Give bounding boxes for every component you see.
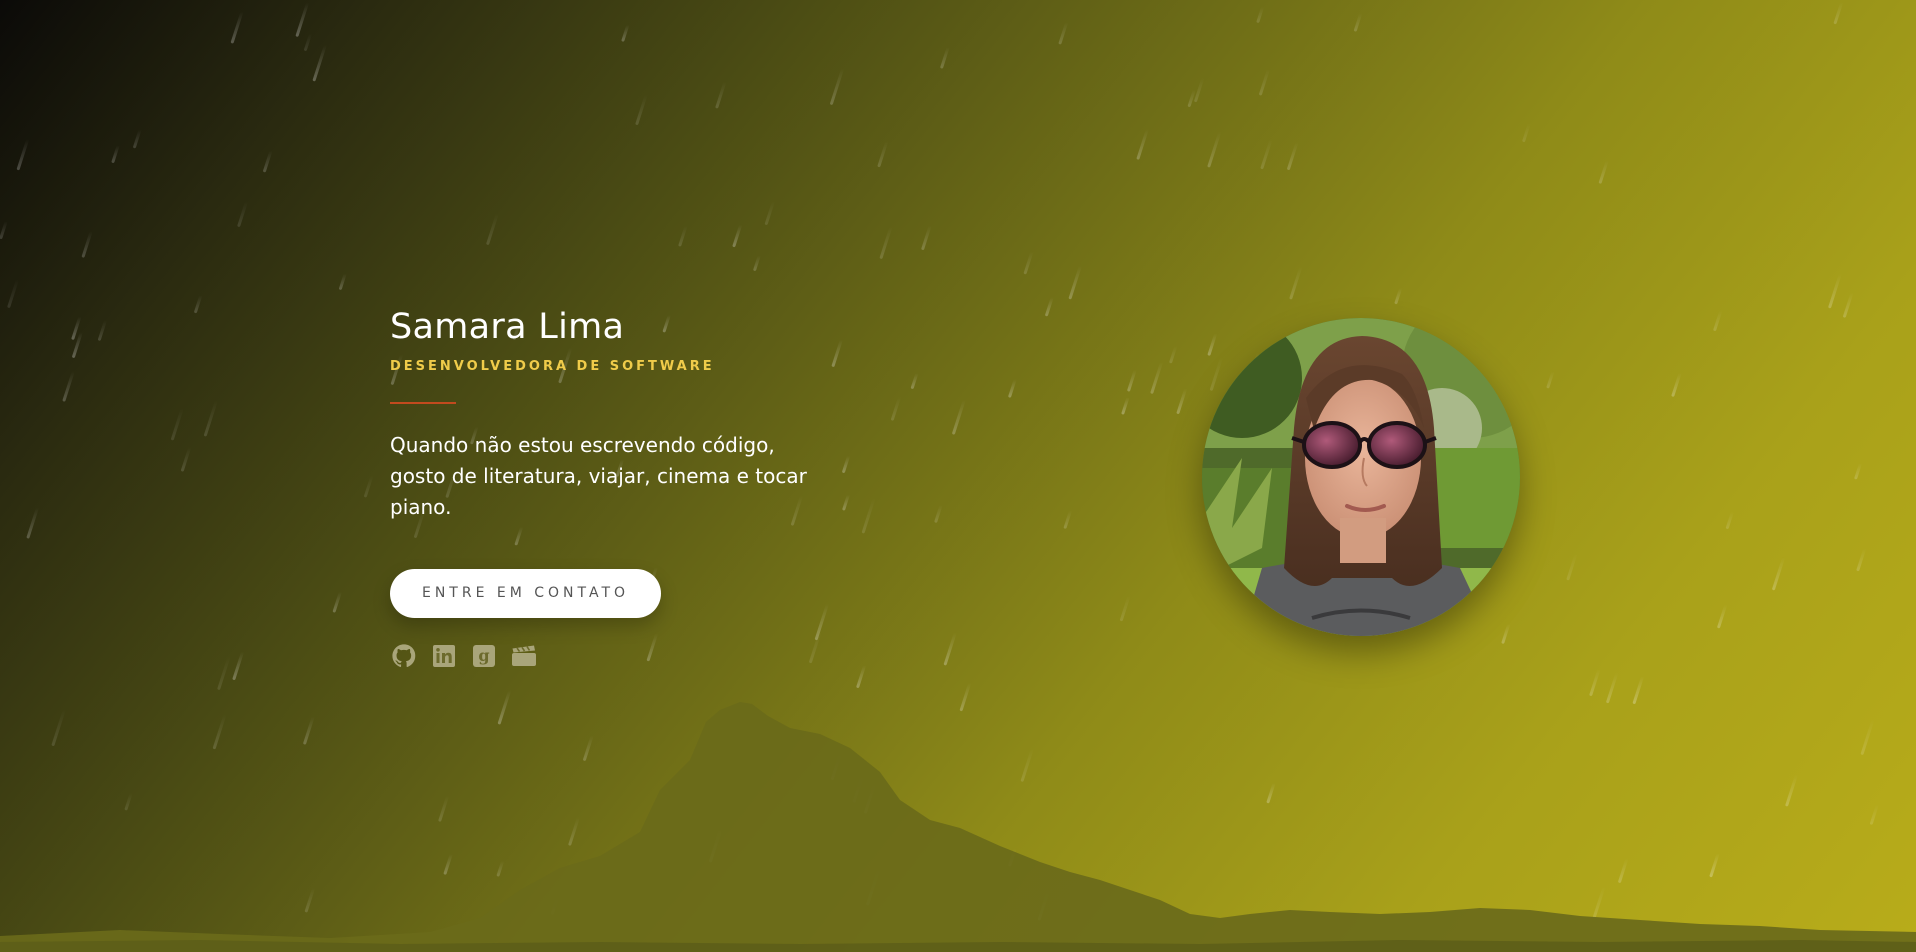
film-link[interactable] [510, 642, 538, 670]
contact-button[interactable]: ENTRE EM CONTATO [390, 569, 661, 618]
github-link[interactable] [390, 642, 418, 670]
linkedin-link[interactable] [430, 642, 458, 670]
film-clapper-icon [512, 645, 536, 666]
social-links: g [390, 642, 820, 670]
profile-photo [1202, 318, 1520, 636]
svg-text:g: g [478, 646, 489, 665]
linkedin-icon [433, 645, 455, 667]
goodreads-link[interactable]: g [470, 642, 498, 670]
bio-text: Quando não estou escrevendo código, gost… [390, 433, 807, 519]
github-icon [392, 644, 416, 667]
hero-section: Samara Lima DESENVOLVEDORA DE SOFTWARE Q… [0, 0, 1916, 952]
mountain-silhouette [0, 702, 1916, 952]
page-title: Samara Lima [390, 307, 625, 347]
intro-content: Samara Lima DESENVOLVEDORA DE SOFTWARE Q… [390, 302, 820, 670]
divider [390, 402, 456, 404]
job-title: DESENVOLVEDORA DE SOFTWARE [390, 359, 715, 374]
goodreads-icon: g [473, 645, 495, 667]
